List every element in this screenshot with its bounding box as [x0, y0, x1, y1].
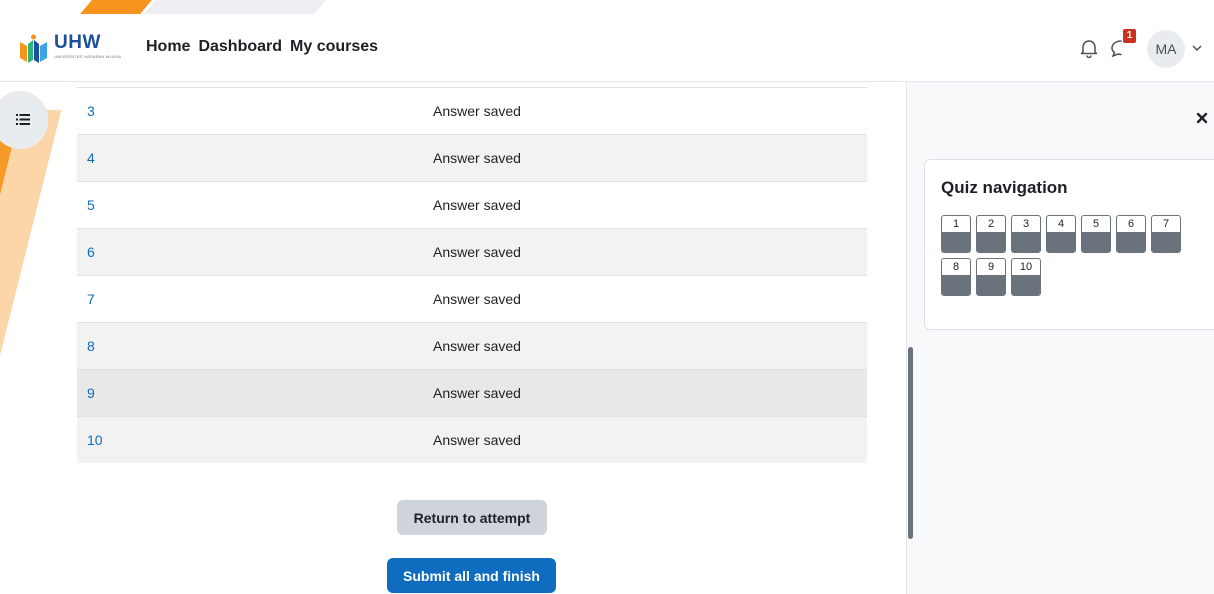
nav-dashboard[interactable]: Dashboard: [198, 38, 282, 56]
question-number: 9: [987, 261, 995, 273]
question-link[interactable]: 9: [77, 385, 117, 401]
question-number: 6: [1127, 218, 1135, 230]
answered-indicator: [977, 275, 1005, 295]
answered-indicator: [1047, 232, 1075, 252]
question-status: Answer saved: [433, 291, 521, 307]
table-row: 8 Answer saved: [77, 322, 867, 369]
question-status: Answer saved: [433, 103, 521, 119]
quiz-nav-question-button[interactable]: 5: [1081, 215, 1111, 253]
answered-indicator: [1152, 232, 1180, 252]
quiz-nav-question-button[interactable]: 6: [1116, 215, 1146, 253]
question-number: 4: [1057, 218, 1065, 230]
primary-nav: Home Dashboard My courses: [146, 38, 378, 56]
question-status: Answer saved: [433, 432, 521, 448]
table-row: 3 Answer saved: [77, 87, 867, 134]
submit-all-and-finish-button[interactable]: Submit all and finish: [387, 558, 556, 593]
nav-home[interactable]: Home: [146, 38, 190, 56]
question-link[interactable]: 5: [77, 197, 117, 213]
table-row: 9 Answer saved: [77, 369, 867, 416]
quiz-nav-question-button[interactable]: 1: [941, 215, 971, 253]
quiz-nav-question-button[interactable]: 7: [1151, 215, 1181, 253]
answered-indicator: [1012, 275, 1040, 295]
list-icon: [16, 113, 30, 126]
answered-indicator: [1082, 232, 1110, 252]
question-status: Answer saved: [433, 150, 521, 166]
table-row: 4 Answer saved: [77, 134, 867, 181]
quiz-navigation-buttons: 1 2 3 4 5 6 7 8 9 10: [941, 215, 1191, 296]
decorative-white-band: [0, 110, 62, 440]
table-row: 6 Answer saved: [77, 228, 867, 275]
answered-indicator: [1117, 232, 1145, 252]
question-link[interactable]: 3: [77, 103, 117, 119]
question-status: Answer saved: [433, 385, 521, 401]
quiz-nav-question-button[interactable]: 9: [976, 258, 1006, 296]
question-number: 8: [952, 261, 960, 273]
quiz-navigation-title: Quiz navigation: [941, 178, 1068, 197]
question-status: Answer saved: [433, 338, 521, 354]
user-avatar[interactable]: MA: [1147, 30, 1185, 68]
quiz-navigation-block: Quiz navigation 1 2 3 4 5 6 7 8 9 10: [924, 159, 1214, 330]
return-to-attempt-button[interactable]: Return to attempt: [397, 500, 547, 535]
answered-indicator: [942, 275, 970, 295]
site-logo[interactable]: UHW UNIVERSITAS HARAPAN WIJAYA: [18, 32, 122, 64]
question-number: 5: [1092, 218, 1100, 230]
question-status: Answer saved: [433, 244, 521, 260]
quiz-nav-question-button[interactable]: 8: [941, 258, 971, 296]
quiz-nav-question-button[interactable]: 3: [1011, 215, 1041, 253]
logo-tagline: UNIVERSITAS HARAPAN WIJAYA: [54, 54, 122, 59]
decorative-stripe-orange: [80, 0, 152, 14]
nav-my-courses[interactable]: My courses: [290, 38, 378, 56]
table-row: 10 Answer saved: [77, 416, 867, 463]
quiz-nav-question-button[interactable]: 4: [1046, 215, 1076, 253]
question-link[interactable]: 10: [77, 432, 117, 448]
question-number: 7: [1162, 218, 1170, 230]
chevron-down-icon[interactable]: [1190, 41, 1204, 55]
answered-indicator: [1012, 232, 1040, 252]
answered-indicator: [942, 232, 970, 252]
close-icon[interactable]: [1196, 111, 1208, 124]
question-number: 1: [952, 218, 960, 230]
table-row: 7 Answer saved: [77, 275, 867, 322]
question-number: 3: [1022, 218, 1030, 230]
question-link[interactable]: 7: [77, 291, 117, 307]
question-link[interactable]: 8: [77, 338, 117, 354]
quiz-nav-question-button[interactable]: 2: [976, 215, 1006, 253]
question-status: Answer saved: [433, 197, 521, 213]
decorative-stripe-grey: [144, 0, 326, 14]
answered-indicator: [977, 232, 1005, 252]
logo-book-icon: [18, 34, 50, 64]
attempt-summary-table: 3 Answer saved 4 Answer saved 5 Answer s…: [77, 87, 867, 463]
logo-name: UHW: [54, 32, 101, 53]
question-link[interactable]: 4: [77, 150, 117, 166]
messages-count-badge: 1: [1123, 29, 1136, 43]
question-number: 10: [1019, 261, 1033, 273]
top-navbar: UHW UNIVERSITAS HARAPAN WIJAYA Home Dash…: [0, 0, 1214, 82]
question-link[interactable]: 6: [77, 244, 117, 260]
drawer-scrollbar[interactable]: [908, 347, 913, 539]
notifications-bell-icon[interactable]: [1080, 38, 1098, 59]
table-row: 5 Answer saved: [77, 181, 867, 228]
quiz-nav-question-button[interactable]: 10: [1011, 258, 1041, 296]
question-number: 2: [987, 218, 995, 230]
